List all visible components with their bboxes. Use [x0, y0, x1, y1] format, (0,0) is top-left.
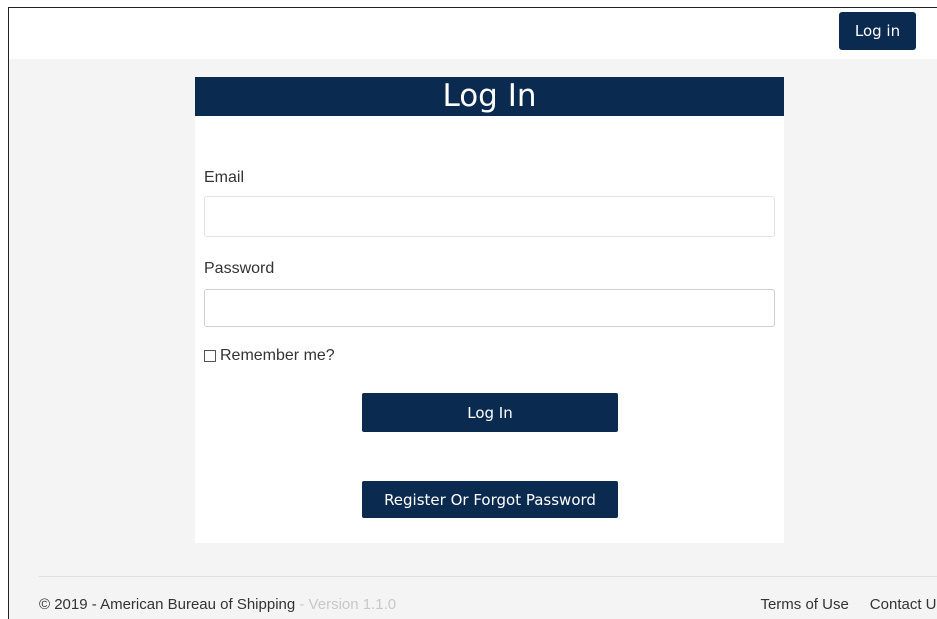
page-title: Log In: [195, 77, 784, 116]
password-label: Password: [204, 260, 275, 277]
remember-me-label: Remember me?: [220, 347, 335, 364]
password-field[interactable]: [204, 289, 775, 327]
contact-us-link[interactable]: Contact Us: [870, 596, 937, 613]
login-button[interactable]: Log In: [362, 393, 618, 432]
remember-me-checkbox[interactable]: [204, 350, 216, 362]
email-label: Email: [204, 169, 245, 186]
remember-me[interactable]: Remember me?: [204, 347, 335, 365]
footer-divider: [39, 576, 937, 577]
footer: © 2019 - American Bureau of Shipping - V…: [39, 596, 937, 618]
app-window: Log in Log In Email Password Remember me…: [8, 7, 937, 619]
navbar-login-button[interactable]: Log in: [839, 12, 916, 50]
terms-of-use-link[interactable]: Terms of Use: [760, 596, 848, 613]
register-or-forgot-password-button[interactable]: Register Or Forgot Password: [362, 481, 618, 518]
email-field[interactable]: [204, 196, 775, 237]
top-navbar: Log in: [9, 8, 937, 59]
login-card: Log In Email Password Remember me? Log I…: [195, 77, 784, 543]
version-label: - Version 1.1.0: [295, 596, 397, 613]
copyright-label: © 2019 - American Bureau of Shipping: [39, 596, 296, 613]
footer-links: Terms of Use Contact Us: [760, 596, 937, 613]
copyright-text: © 2019 - American Bureau of Shipping - V…: [39, 596, 396, 613]
